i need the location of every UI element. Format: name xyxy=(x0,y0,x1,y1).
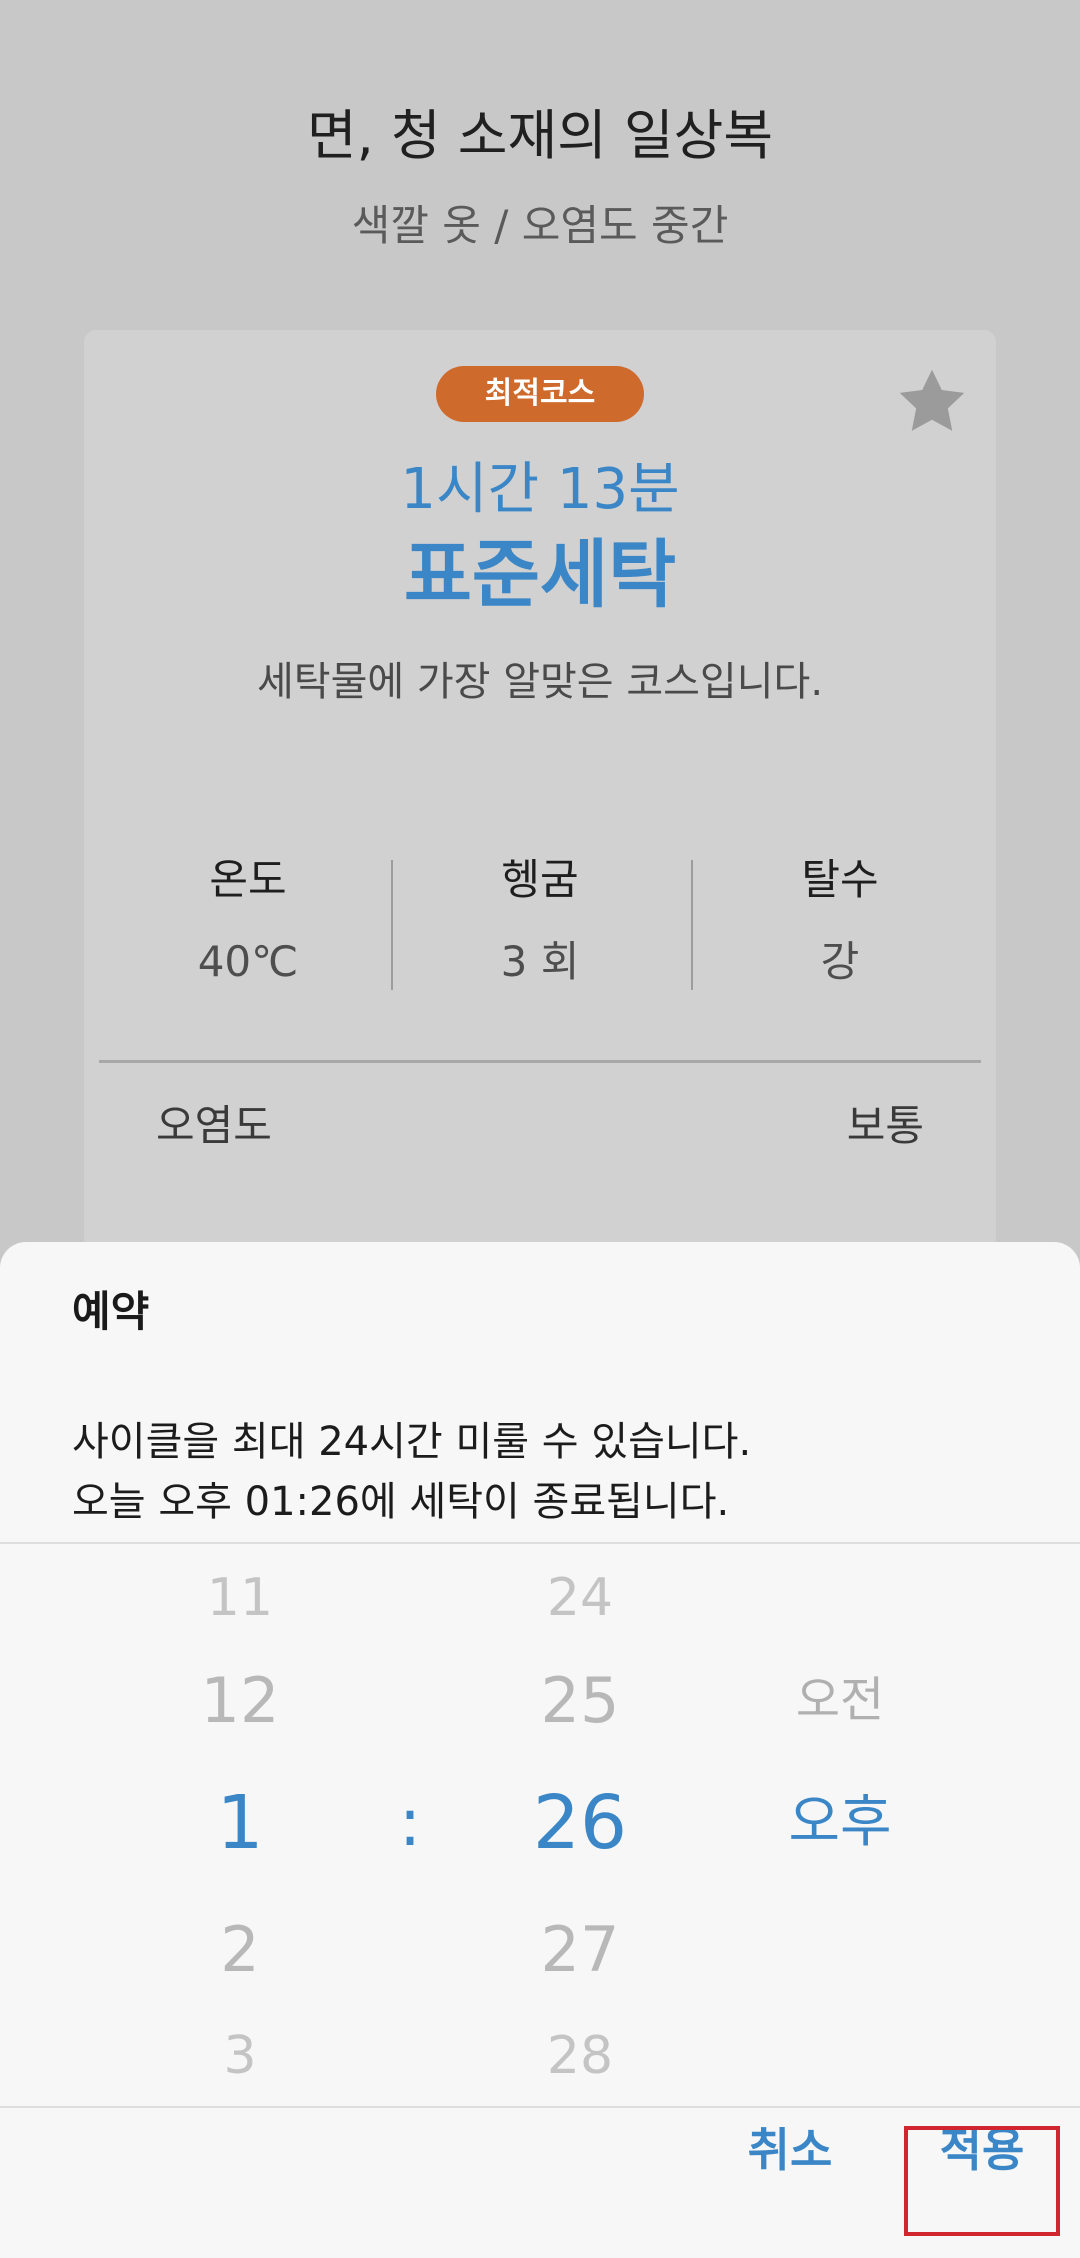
minute-option[interactable]: 28 xyxy=(510,2030,650,2082)
minute-option[interactable]: 25 xyxy=(510,1670,650,1732)
minute-option[interactable]: 27 xyxy=(510,1919,650,1981)
option-label: 헹굼 xyxy=(501,855,579,904)
cancel-button[interactable]: 취소 xyxy=(730,2120,850,2180)
course-description: 세탁물에 가장 알맞은 코스입니다. xyxy=(256,659,824,705)
background-title: 면, 청 소재의 일상복 xyxy=(306,104,774,167)
option-value: 3 회 xyxy=(500,937,580,986)
soil-level-value: 보통 xyxy=(846,1101,924,1150)
option-rinse: 헹굼 3 회 xyxy=(390,850,690,992)
divider xyxy=(0,1542,1080,1544)
star-icon[interactable] xyxy=(894,364,970,440)
divider xyxy=(0,2106,1080,2108)
background-subtitle: 색깔 옷 / 오염도 중간 xyxy=(351,201,729,250)
hour-selected[interactable]: 1 xyxy=(180,1786,300,1860)
course-name: 표준세탁 xyxy=(403,532,677,618)
option-spin: 탈수 강 xyxy=(690,850,990,992)
course-duration: 1시간 13분 xyxy=(400,457,680,522)
option-value: 강 xyxy=(820,937,860,986)
time-separator: : xyxy=(398,1784,422,1861)
course-card: 최적코스 1시간 13분 표준세탁 세탁물에 가장 알맞은 코스입니다. 온도 … xyxy=(84,330,996,1250)
option-label: 온도 xyxy=(209,855,287,904)
option-label: 탈수 xyxy=(801,855,879,904)
dialog-end-time: 오늘 오후 01:26에 세탁이 종료됩니다. xyxy=(72,1479,730,1525)
hour-option[interactable]: 2 xyxy=(180,1919,300,1981)
dialog-message: 사이클을 최대 24시간 미룰 수 있습니다. xyxy=(72,1419,752,1465)
option-value: 40℃ xyxy=(197,937,299,986)
hour-option[interactable]: 3 xyxy=(180,2030,300,2082)
divider xyxy=(99,1060,981,1063)
optimal-course-badge: 최적코스 xyxy=(436,366,644,422)
pm-selected[interactable]: 오후 xyxy=(760,1795,920,1851)
apply-button-highlight xyxy=(904,2126,1060,2236)
soil-level-label: 오염도 xyxy=(156,1101,272,1150)
hour-option[interactable]: 11 xyxy=(180,1572,300,1624)
dialog-title: 예약 xyxy=(72,1287,150,1336)
hour-option[interactable]: 12 xyxy=(180,1670,300,1732)
minute-selected[interactable]: 26 xyxy=(510,1786,650,1860)
minute-option[interactable]: 24 xyxy=(510,1572,650,1624)
reservation-dialog: 예약 사이클을 최대 24시간 미룰 수 있습니다. 오늘 오후 01:26에 … xyxy=(0,1242,1080,2258)
option-temperature: 온도 40℃ xyxy=(98,850,398,992)
am-option[interactable]: 오전 xyxy=(760,1676,920,1724)
